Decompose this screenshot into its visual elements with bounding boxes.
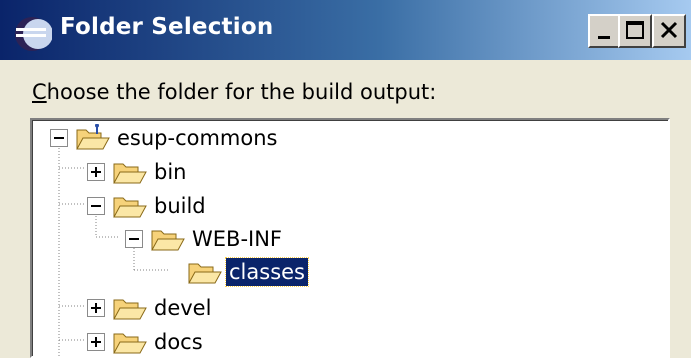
prompt-text: hoose the folder for the build output: [46, 80, 437, 104]
minimize-icon [598, 36, 610, 39]
expand-toggle[interactable] [87, 333, 105, 351]
project-folder-icon [75, 123, 111, 152]
tree-item-label[interactable]: classes [225, 257, 309, 287]
collapse-toggle[interactable] [50, 129, 68, 147]
tree-item-web-inf[interactable]: WEB-INF [32, 223, 652, 257]
minus-icon [91, 205, 101, 207]
tree-item-bin[interactable]: bin [32, 156, 652, 190]
folder-prompt: Choose the folder for the build output: [32, 80, 436, 104]
tree-item-esup-commons[interactable]: esup-commons [32, 122, 652, 156]
collapse-toggle[interactable] [125, 230, 143, 248]
prompt-mnemonic: C [32, 80, 47, 104]
plus-icon [95, 337, 97, 347]
folder-icon [150, 225, 186, 253]
tree-item-label[interactable]: bin [151, 158, 189, 186]
minimize-button[interactable] [588, 14, 622, 48]
tree-item-classes[interactable]: classes [32, 256, 652, 290]
folder-icon [112, 328, 148, 356]
title-bar[interactable]: Folder Selection [0, 0, 691, 60]
close-icon [660, 21, 678, 39]
tree-item-label[interactable]: build [151, 192, 209, 220]
open-folder-icon [187, 258, 223, 286]
folder-icon [112, 294, 148, 322]
minus-icon [129, 238, 139, 240]
minus-icon [54, 137, 64, 139]
expand-toggle[interactable] [87, 163, 105, 181]
tree-item-label[interactable]: docs [151, 328, 206, 356]
collapse-toggle[interactable] [87, 197, 105, 215]
maximize-icon [626, 21, 644, 39]
maximize-button[interactable] [618, 14, 652, 48]
tree-item-build[interactable]: build [32, 190, 652, 224]
folder-icon [112, 158, 148, 186]
folder-icon [112, 192, 148, 220]
close-button[interactable] [652, 14, 686, 48]
tree-item-label[interactable]: WEB-INF [189, 225, 285, 253]
plus-icon [95, 167, 97, 177]
eclipse-icon [15, 17, 52, 51]
plus-icon [95, 303, 97, 313]
tree-item-label[interactable]: esup-commons [114, 124, 280, 152]
tree-item-devel[interactable]: devel [32, 292, 652, 326]
tree-item-docs[interactable]: docs [32, 326, 652, 356]
folder-tree[interactable]: esup-commons bin build WEB-INF classes devel d… [30, 118, 670, 358]
window-title: Folder Selection [60, 14, 274, 40]
tree-item-label[interactable]: devel [151, 294, 214, 322]
expand-toggle[interactable] [87, 299, 105, 317]
